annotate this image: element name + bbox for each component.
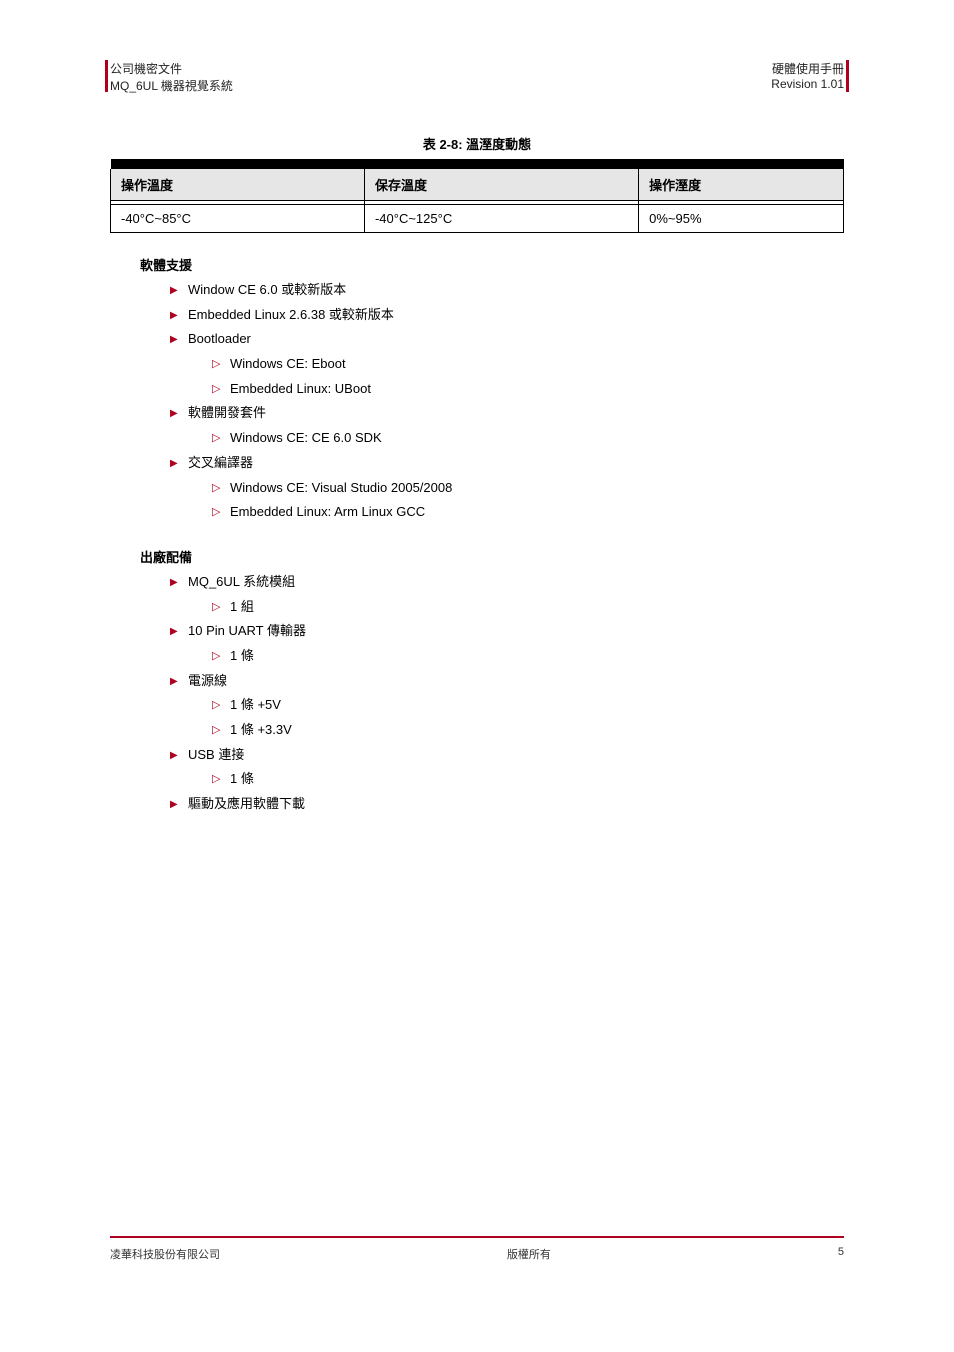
header-right: 硬體使用手冊 Revision 1.01 xyxy=(771,60,844,91)
list-item-label: 驅動及應用軟體下載 xyxy=(188,796,305,811)
list-item: MQ_6UL 系統模組 1 組 xyxy=(170,570,844,619)
list-item-label: Embedded Linux: UBoot xyxy=(230,381,371,396)
list-item-label: Window CE 6.0 或較新版本 xyxy=(188,282,346,297)
col-header-1: 保存溫度 xyxy=(364,169,638,201)
group: 軟體支援 Window CE 6.0 或較新版本 Embedded Linux 2.… xyxy=(110,255,844,525)
list-item-label: 1 條 +3.3V xyxy=(230,722,292,737)
group: 出廠配備MQ_6UL 系統模組1 組10 Pin UART 傳輸器1 條電源線1… xyxy=(110,547,844,817)
sub-bullet-list: 1 組 xyxy=(212,595,844,620)
list-item: 軟體開發套件 Windows CE: CE 6.0 SDK xyxy=(170,401,844,450)
table-caption: 表 2-8: 溫溼度動態 xyxy=(110,134,844,153)
col-header-2: 操作溼度 xyxy=(639,169,844,201)
list-item: 1 條 +3.3V xyxy=(212,718,844,743)
list-item-label: 10 Pin UART 傳輸器 xyxy=(188,623,306,638)
list-item: 交叉編譯器 Windows CE: Visual Studio 2005/2008… xyxy=(170,451,844,525)
list-item-label: Windows CE: CE 6.0 SDK xyxy=(230,430,382,445)
header-right-line1: 硬體使用手冊 xyxy=(771,60,844,77)
list-item: 10 Pin UART 傳輸器 1 條 xyxy=(170,619,844,668)
sub-bullet-list: 1 條 xyxy=(212,644,844,669)
sub-bullet-list: 1 條 xyxy=(212,767,844,792)
list-item: 1 組 xyxy=(212,595,844,620)
list-item-label: Embedded Linux 2.6.38 或較新版本 xyxy=(188,307,394,322)
page-content: 公司機密文件 MQ_6UL 機器視覺系統 硬體使用手冊 Revision 1.0… xyxy=(110,60,844,817)
sub-bullet-list: Windows CE: Eboot Embedded Linux: UBoot xyxy=(212,352,844,401)
col-header-0: 操作溫度 xyxy=(111,169,365,201)
footer-left: 凌華科技股份有限公司 xyxy=(110,1246,220,1262)
cell-0: -40°C~85°C xyxy=(111,205,365,233)
list-item: 1 條 +5V xyxy=(212,693,844,718)
footer-center: 版權所有 xyxy=(507,1246,551,1262)
list-item-label: Windows CE: Eboot xyxy=(230,356,346,371)
list-item-label: 1 條 xyxy=(230,771,254,786)
header-left-line1: 公司機密文件 xyxy=(110,60,233,77)
spec-table: 操作溫度 保存溫度 操作溼度 -40°C~85°C -40°C~125°C 0%… xyxy=(110,159,844,233)
sub-bullet-list: Windows CE: CE 6.0 SDK xyxy=(212,426,844,451)
footer-right: 5 xyxy=(838,1246,844,1262)
crop-mark-right xyxy=(846,60,849,92)
bullet-list: MQ_6UL 系統模組1 組10 Pin UART 傳輸器1 條電源線1 條 +… xyxy=(170,570,844,817)
list-item-label: Bootloader xyxy=(188,331,251,346)
crop-mark-left xyxy=(105,60,108,92)
header-left: 公司機密文件 MQ_6UL 機器視覺系統 xyxy=(110,60,233,94)
list-item: Embedded Linux: Arm Linux GCC xyxy=(212,500,844,525)
list-item-label: 軟體開發套件 xyxy=(188,405,266,420)
list-item-label: USB 連接 xyxy=(188,747,244,762)
cell-1: -40°C~125°C xyxy=(364,205,638,233)
list-item: USB 連接 1 條 xyxy=(170,743,844,792)
table-row: -40°C~85°C -40°C~125°C 0%~95% xyxy=(111,205,844,233)
footer-rule xyxy=(110,1236,844,1238)
group-title: 出廠配備 xyxy=(140,547,844,566)
table-top-bar xyxy=(111,159,844,169)
page-footer: 凌華科技股份有限公司 版權所有 5 xyxy=(110,1236,844,1262)
list-item-label: 交叉編譯器 xyxy=(188,455,253,470)
list-item-label: 1 組 xyxy=(230,599,254,614)
list-item: Windows CE: CE 6.0 SDK xyxy=(212,426,844,451)
bullet-list: Window CE 6.0 或較新版本 Embedded Linux 2.6.38… xyxy=(170,278,844,525)
list-item-label: 1 條 xyxy=(230,648,254,663)
list-item: Bootloader Windows CE: Eboot Embedded Linu… xyxy=(170,327,844,401)
group-title: 軟體支援 xyxy=(140,255,844,274)
list-item-label: 電源線 xyxy=(188,673,227,688)
list-item: 驅動及應用軟體下載 xyxy=(170,792,844,817)
header-right-line2: Revision 1.01 xyxy=(771,77,844,91)
list-item-label: Embedded Linux: Arm Linux GCC xyxy=(230,504,425,519)
list-item-label: MQ_6UL 系統模組 xyxy=(188,574,295,589)
list-item: Embedded Linux: UBoot xyxy=(212,377,844,402)
list-item: Windows CE: Eboot xyxy=(212,352,844,377)
page-header: 公司機密文件 MQ_6UL 機器視覺系統 硬體使用手冊 Revision 1.0… xyxy=(110,60,844,94)
list-item-label: 1 條 +5V xyxy=(230,697,281,712)
list-item: 電源線1 條 +5V 1 條 +3.3V xyxy=(170,669,844,743)
list-item: 1 條 xyxy=(212,644,844,669)
sub-bullet-list: Windows CE: Visual Studio 2005/2008 Embed… xyxy=(212,476,844,525)
list-item: Embedded Linux 2.6.38 或較新版本 xyxy=(170,303,844,328)
list-item: Window CE 6.0 或較新版本 xyxy=(170,278,844,303)
list-item: Windows CE: Visual Studio 2005/2008 xyxy=(212,476,844,501)
sub-bullet-list: 1 條 +5V 1 條 +3.3V xyxy=(212,693,844,742)
list-item: 1 條 xyxy=(212,767,844,792)
cell-2: 0%~95% xyxy=(639,205,844,233)
list-item-label: Windows CE: Visual Studio 2005/2008 xyxy=(230,480,452,495)
header-left-line2: MQ_6UL 機器視覺系統 xyxy=(110,77,233,94)
